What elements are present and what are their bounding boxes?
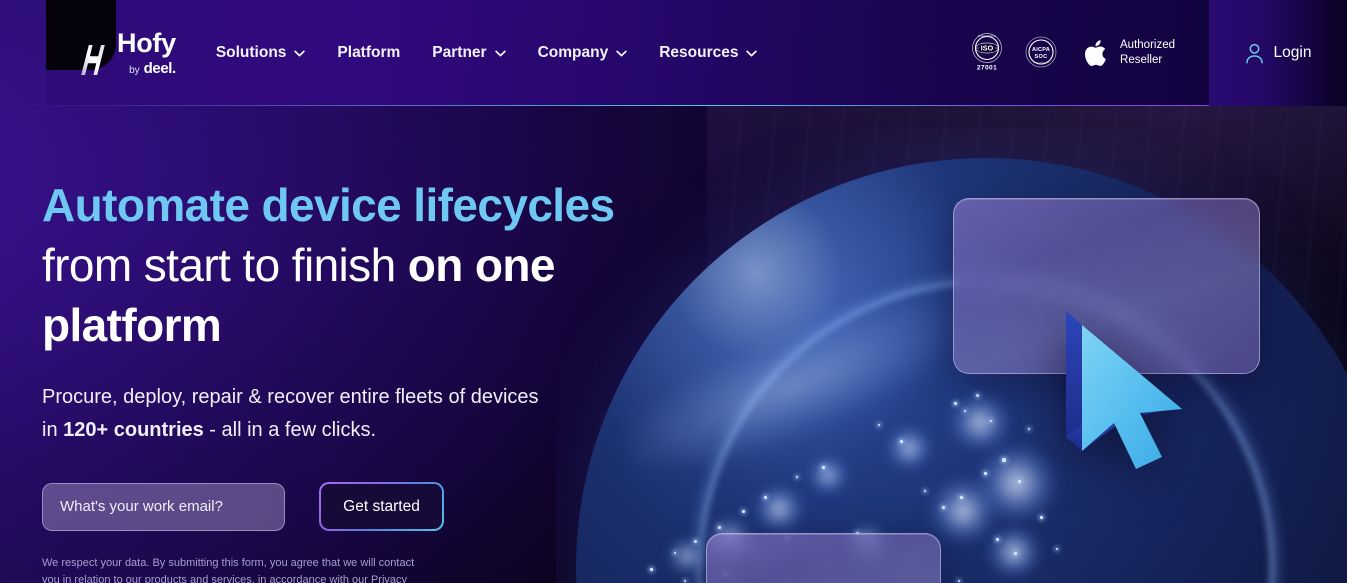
nav-label-resources: Resources [659, 44, 739, 61]
site-header: Hofy by deel. Solutions Platform Partner… [0, 0, 1347, 107]
hero-content: Automate device lifecycles from start to… [42, 176, 642, 583]
nav-item-resources[interactable]: Resources [657, 38, 759, 68]
headline-regular: from start to finish [42, 238, 408, 291]
logo-deel-brand: deel. [143, 60, 177, 77]
get-started-label: Get started [321, 484, 442, 530]
svg-text:INTERNATIONAL: INTERNATIONAL [978, 35, 997, 38]
apple-reseller-text: Authorized Reseller [1120, 38, 1175, 67]
svg-text:AICPA: AICPA [1032, 47, 1050, 53]
nav-label-company: Company [537, 44, 609, 61]
logo-byline: by deel. [117, 61, 176, 76]
page-root: Hofy by deel. Solutions Platform Partner… [0, 0, 1347, 583]
glass-card-bottom [706, 533, 941, 583]
form-fineprint: We respect your data. By submitting this… [42, 557, 415, 583]
apple-logo-icon [1085, 40, 1106, 66]
nav-item-company[interactable]: Company [536, 38, 630, 68]
nav-label-solutions: Solutions [215, 44, 287, 61]
hofy-logo[interactable]: Hofy by deel. [78, 30, 176, 76]
signup-form: Get started [42, 482, 642, 532]
work-email-input[interactable] [42, 482, 285, 531]
iso-certification-icon: ISO 27001 INTERNATIONAL [972, 33, 1002, 72]
get-started-button[interactable]: Get started [319, 482, 444, 532]
apple-authorized-reseller: Authorized Reseller [1084, 37, 1175, 69]
nav-item-partner[interactable]: Partner [430, 38, 507, 68]
main-navigation: Solutions Platform Partner Company Resou… [214, 38, 760, 68]
aicpa-soc-certification-icon: AICPA SOC aicpa.org/soc4so [1025, 36, 1057, 68]
hofy-h-mark-icon [81, 45, 105, 75]
nav-item-platform[interactable]: Platform [335, 38, 402, 68]
headline-accent: Automate device lifecycles [42, 179, 615, 231]
certification-badges: ISO 27001 INTERNATIONAL AICPA SOC aicpa.… [968, 31, 1060, 75]
apple-reseller-line2: Reseller [1120, 54, 1163, 66]
subheading-strong: 120+ countries [63, 418, 204, 441]
3d-mouse-cursor-arrow-icon [1066, 311, 1182, 469]
logo-by-label: by [129, 65, 140, 76]
nav-item-solutions[interactable]: Solutions [214, 38, 308, 68]
header-right-cluster: ISO 27001 INTERNATIONAL AICPA SOC aicpa.… [968, 0, 1347, 106]
nav-label-partner: Partner [432, 44, 487, 61]
svg-text:SOC: SOC [1035, 54, 1048, 60]
apple-reseller-line1: Authorized [1120, 39, 1175, 52]
login-button[interactable]: Login [1209, 0, 1347, 106]
login-label: Login [1273, 44, 1312, 61]
nav-label-platform: Platform [337, 44, 401, 61]
hero-headline: Automate device lifecycles from start to… [42, 176, 642, 355]
chevron-down-icon [746, 50, 758, 56]
chevron-down-icon [294, 50, 306, 56]
svg-text:ISO: ISO [981, 44, 994, 53]
logo-wordmark: Hofy [117, 28, 176, 58]
svg-text:27001: 27001 [977, 65, 997, 72]
chevron-down-icon [616, 50, 627, 56]
svg-text:aicpa.org/soc4so: aicpa.org/soc4so [1033, 61, 1050, 64]
user-account-icon [1245, 43, 1263, 63]
hero-subheading: Procure, deploy, repair & recover entire… [42, 381, 542, 446]
chevron-down-icon [494, 50, 506, 56]
subheading-after: - all in a few clicks. [203, 418, 377, 441]
